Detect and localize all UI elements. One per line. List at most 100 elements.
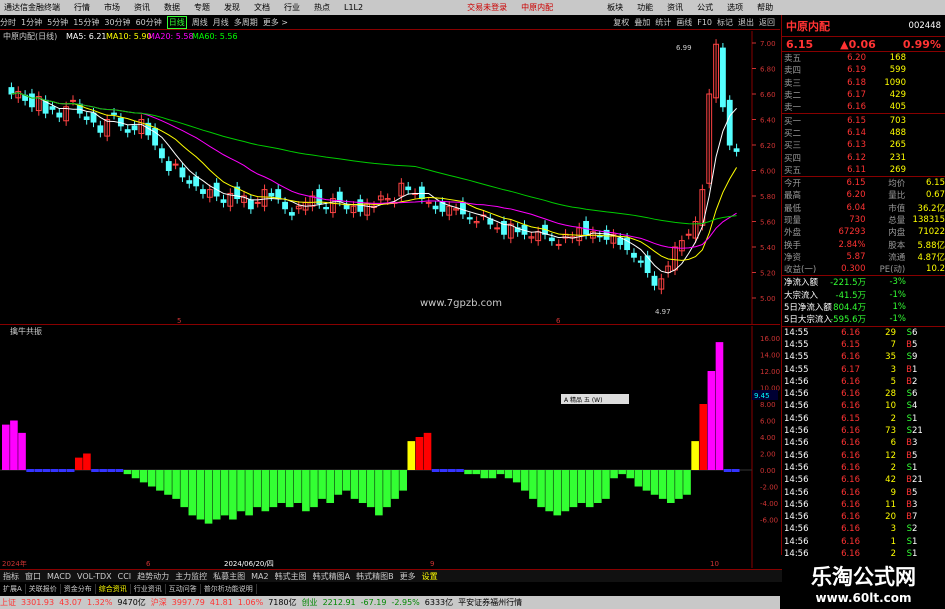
sub-tab[interactable]: 互动问答 <box>166 583 201 594</box>
y-tick: 6.40 <box>760 117 776 125</box>
ask-row: 卖一 6.16 405 <box>782 101 945 113</box>
flow-row-cell: -221.5万 <box>830 278 866 289</box>
timeframe-tab[interactable]: 周线 <box>192 17 208 28</box>
timeframe-tab[interactable]: 月线 <box>213 17 229 28</box>
tick-row: 14:56 6.16 3 S 2 <box>782 523 945 535</box>
tick-row-cell: 6.16 <box>841 327 860 338</box>
toolbar-button[interactable]: 叠加 <box>634 17 650 28</box>
menu-item[interactable]: 资讯 <box>134 2 150 13</box>
stat-row: 外盘 67293 内盘 71022 <box>782 226 945 238</box>
indicator-tab[interactable]: 韩式精图B <box>353 571 397 582</box>
menu-item[interactable]: 帮助 <box>757 2 773 13</box>
toolbar-button[interactable]: 复权 <box>613 17 629 28</box>
indicator-tab[interactable]: 韩式精图A <box>310 571 353 582</box>
indicator-bar <box>10 420 18 470</box>
toolbar-button[interactable]: 画线 <box>676 17 692 28</box>
watermark-url: www.60lt.com <box>815 591 912 605</box>
tick-row-cell: 21 <box>912 426 923 437</box>
timeframe-tab[interactable]: 15分钟 <box>73 17 99 28</box>
tick-row-cell: 29 <box>885 327 896 338</box>
stat-row-cell: 市值 <box>888 203 906 214</box>
toolbar-button[interactable]: 退出 <box>738 17 754 28</box>
menu-item[interactable]: 板块 <box>607 2 623 13</box>
indicator-tab[interactable]: 指标 <box>0 571 22 582</box>
stat-row-cell: 4.87亿 <box>917 252 945 263</box>
indicator-chart[interactable]: 擒牛共振 16.00 14.00 12.00 10.00 8.00 6.00 4.00 2.00… <box>0 326 780 568</box>
cy-change: -67.19 <box>360 598 387 607</box>
sub-tab[interactable]: 综合资讯 <box>96 583 131 594</box>
sh-pct: 1.32% <box>87 598 113 607</box>
indicator-tab[interactable]: 窗口 <box>22 571 44 582</box>
low-label: 4.97 <box>655 308 671 316</box>
flow-row-cell: 5日净流入额 <box>784 303 832 314</box>
tick-row-cell: 1 <box>912 536 918 547</box>
candle-body <box>644 255 651 274</box>
sub-tab[interactable]: 资金分布 <box>61 583 96 594</box>
ask-row-cell: 599 <box>889 65 906 76</box>
candle-body <box>131 125 138 131</box>
candles <box>8 39 740 295</box>
toolbar-button[interactable]: 统计 <box>655 17 671 28</box>
timeframe-tab[interactable]: 分时 <box>0 17 16 28</box>
indicator-tab[interactable]: 趋势动力 <box>134 571 172 582</box>
candle-body <box>555 243 562 246</box>
bid-row: 买四 6.12 231 <box>782 151 945 164</box>
menu-item[interactable]: 通达信金融终端 <box>4 2 60 13</box>
sub-tab[interactable]: 行业资讯 <box>131 583 166 594</box>
menu-item[interactable]: 中原内配 <box>521 2 553 13</box>
tick-row: 14:56 6.16 11 B 3 <box>782 499 945 511</box>
indicator-tab[interactable]: MACD <box>44 572 74 581</box>
menu-item[interactable]: 数据 <box>164 2 180 13</box>
flow-row-cell: -41.5万 <box>835 290 867 301</box>
toolbar-button[interactable]: 返回 <box>759 17 775 28</box>
indicator-tab[interactable]: VOL-TDX <box>74 572 115 581</box>
timeframe-tab[interactable]: 1分钟 <box>21 17 42 28</box>
timeframe-tab[interactable]: 30分钟 <box>104 17 130 28</box>
tick-row: 14:56 6.16 10 S 4 <box>782 400 945 412</box>
menu-item[interactable]: 市场 <box>104 2 120 13</box>
stat-row-cell: 股本 <box>888 240 906 251</box>
candle-body <box>548 237 555 242</box>
indicator-tab[interactable]: 韩式主图 <box>272 571 310 582</box>
stat-row: 今开 6.15 均价 6.15 <box>782 177 945 189</box>
timeframe-tab[interactable]: 日线 <box>166 15 187 29</box>
menu-item[interactable]: 交易未登录 <box>467 2 507 13</box>
sub-tab[interactable]: 关联报价 <box>26 583 61 594</box>
bid-row-cell: 6.14 <box>847 127 866 138</box>
menu-item[interactable]: 行情 <box>74 2 90 13</box>
menu-item[interactable]: 公式 <box>697 2 713 13</box>
bid-row-cell: 买四 <box>784 153 802 164</box>
indicator-tab[interactable]: 更多 <box>397 571 419 582</box>
menu-item[interactable]: 功能 <box>637 2 653 13</box>
menu-item[interactable]: 热点 <box>314 2 330 13</box>
indicator-bar <box>18 432 26 470</box>
toolbar-button[interactable]: F10 <box>697 18 712 27</box>
menu-item[interactable]: 行业 <box>284 2 300 13</box>
bid-row-cell: 买五 <box>784 165 802 176</box>
menu-item[interactable]: 资讯 <box>667 2 683 13</box>
toolbar-button[interactable]: 标记 <box>717 17 733 28</box>
tick-row: 14:56 6.16 1 S 1 <box>782 536 945 548</box>
tick-row-cell: 42 <box>885 475 896 486</box>
timeframe-tab[interactable]: 更多 > <box>263 17 288 28</box>
indicator-tab[interactable]: 主力监控 <box>172 571 210 582</box>
main-kline-chart[interactable]: 中原内配(日线) MA5: 6.21 MA10: 5.90 MA20: 5.58 MA6… <box>0 31 780 325</box>
menu-item[interactable]: 专题 <box>194 2 210 13</box>
menu-item[interactable]: 文档 <box>254 2 270 13</box>
timeframe-tab[interactable]: 5分钟 <box>47 17 68 28</box>
indicator-tab[interactable]: 私募主图 <box>210 571 248 582</box>
timeframe-tab[interactable]: 多周期 <box>234 17 258 28</box>
menu-item[interactable]: L1L2 <box>344 3 363 12</box>
indicator-bar <box>237 470 245 512</box>
menu-item[interactable]: 选项 <box>727 2 743 13</box>
indicator-tab[interactable]: MA2 <box>248 572 271 581</box>
menu-item[interactable]: 发现 <box>224 2 240 13</box>
timeframe-tab[interactable]: 60分钟 <box>136 17 162 28</box>
indicator-bar <box>553 470 562 516</box>
sh-change: 43.07 <box>59 598 82 607</box>
tick-row-cell: 14:56 <box>784 475 809 486</box>
sub-tab[interactable]: 普尔析功能说明 <box>201 583 257 594</box>
sub-tab[interactable]: 扩展A <box>0 583 26 594</box>
indicator-tab[interactable]: CCI <box>115 572 135 581</box>
indicator-tab[interactable]: 设置 <box>419 571 441 582</box>
